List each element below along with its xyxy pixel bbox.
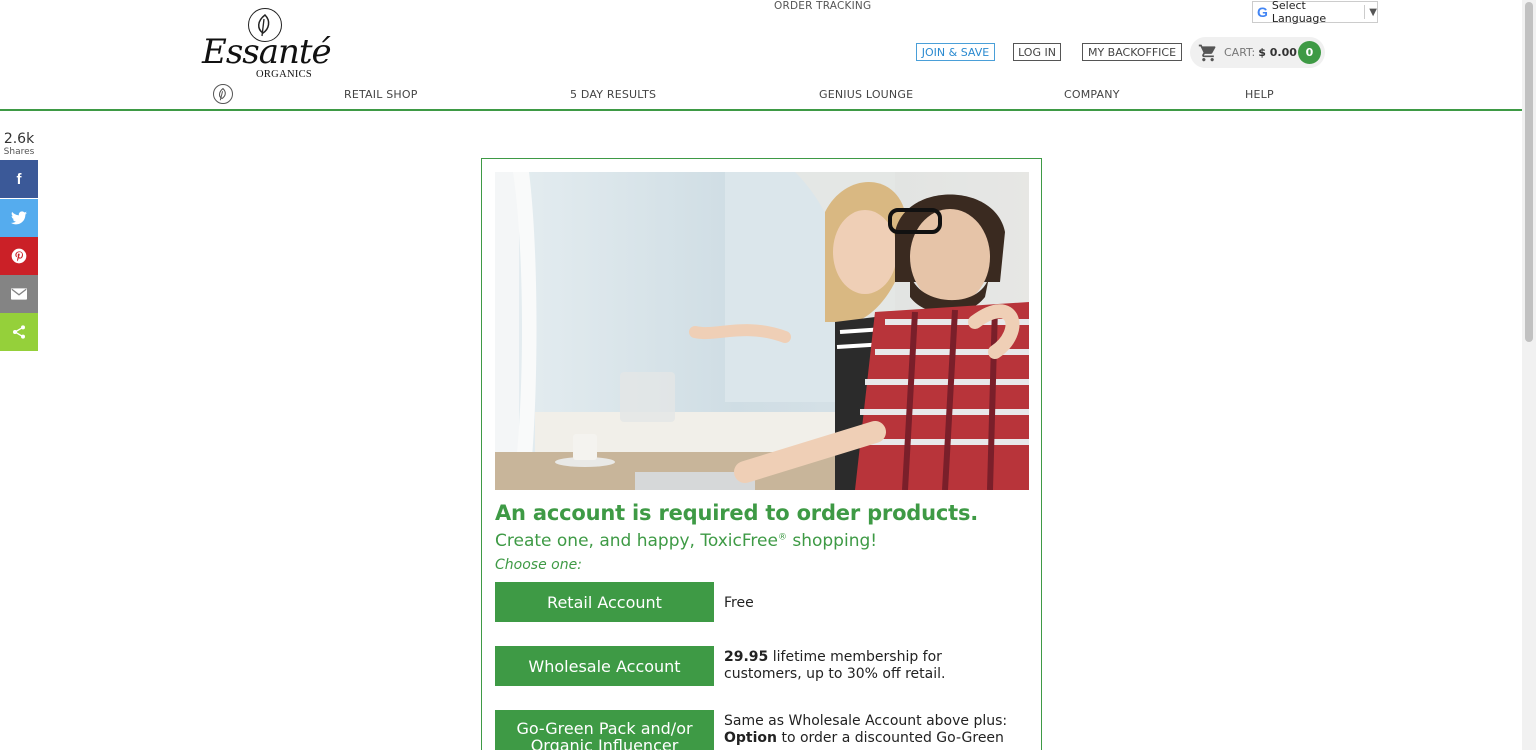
twitter-icon [11,211,27,225]
go-green-desc: Same as Wholesale Account above plus: Opt… [724,713,1024,747]
language-select-label: Select Language [1271,0,1327,25]
google-icon: G [1257,4,1268,20]
facebook-share-button[interactable]: f [0,160,38,198]
cart-amount: $ 0.00 [1258,46,1297,59]
divider [1364,5,1366,19]
nav-item-company[interactable]: COMPANY [1064,88,1120,101]
retail-account-button[interactable]: Retail Account [495,582,714,622]
main-nav: RETAIL SHOP 5 DAY RESULTS GENIUS LOUNGE … [0,84,1522,111]
share-counter: 2.6k Shares [0,131,38,157]
account-required-panel: An account is required to order products… [481,158,1042,750]
share-count: 2.6k [3,131,35,147]
leaf-home-icon[interactable] [213,84,233,104]
cart-icon [1198,44,1216,61]
twitter-share-button[interactable] [0,199,38,237]
log-in-button[interactable]: LOG IN [1013,43,1061,61]
join-and-save-button[interactable]: JOIN & SAVE [916,43,995,61]
facebook-icon: f [16,170,22,188]
logo-wordmark: Essanté [202,32,332,72]
wholesale-account-button[interactable]: Wholesale Account [495,646,714,686]
logo[interactable]: Essanté ORGANICS [200,8,332,82]
wholesale-price: 29.95 [724,649,769,665]
cart-label: CART: [1224,46,1256,59]
email-icon [11,288,27,300]
retail-account-desc: Free [724,595,754,611]
subhead-text: Create one, and happy, ToxicFree [495,531,778,551]
chevron-down-icon: ▼ [1369,6,1377,18]
go-green-option: Option [724,730,777,746]
more-share-button[interactable] [0,313,38,351]
account-subheading: Create one, and happy, ToxicFree® shoppi… [495,531,877,551]
order-tracking-link[interactable]: ORDER TRACKING [774,0,871,12]
subhead-end: shopping! [786,531,878,551]
logo-subtitle: ORGANICS [256,69,313,80]
language-select[interactable]: G Select Language ▼ [1252,0,1378,25]
pinterest-share-button[interactable] [0,237,38,275]
cart-button[interactable]: CART: $ 0.00 0 [1190,37,1325,68]
share-icon [13,325,25,339]
choose-one-label: Choose one: [495,557,582,573]
go-green-pack-button[interactable]: Go-Green Pack and/or Organic Influencer [495,710,714,750]
go-green-desc-text-2: to order a discounted Go-Green [777,730,1004,746]
nav-item-5-day-results[interactable]: 5 DAY RESULTS [570,88,656,101]
go-green-desc-text: Same as Wholesale Account above plus: [724,713,1008,729]
my-backoffice-button[interactable]: MY BACKOFFICE [1082,43,1182,61]
share-count-label: Shares [3,147,35,157]
nav-item-help[interactable]: HELP [1245,88,1274,101]
email-share-button[interactable] [0,275,38,313]
page-scrollbar[interactable] [1522,0,1536,750]
account-required-heading: An account is required to order products… [495,501,979,525]
nav-item-genius-lounge[interactable]: GENIUS LOUNGE [819,88,913,101]
pinterest-icon [11,248,27,264]
hero-image [495,172,1029,490]
nav-item-retail-shop[interactable]: RETAIL SHOP [344,88,418,101]
wholesale-account-desc: 29.95 lifetime membership for customers,… [724,649,954,683]
scrollbar-thumb[interactable] [1525,2,1533,342]
registered-mark: ® [777,532,787,543]
cart-count-badge: 0 [1298,41,1321,64]
